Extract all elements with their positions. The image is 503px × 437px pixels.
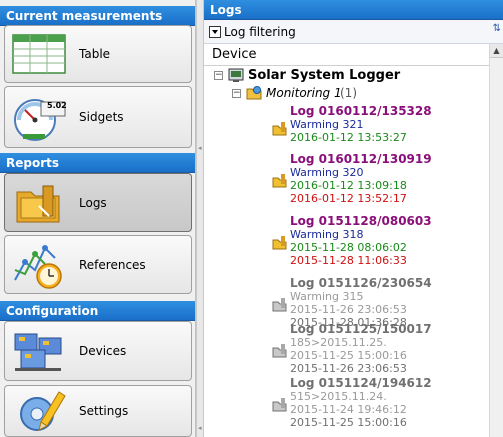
settings-button-label: Settings	[79, 404, 129, 418]
panel-splitter[interactable]: ◂ ◂	[196, 0, 204, 437]
log-end-time: 2016-01-12 13:52:17	[290, 192, 407, 205]
log-title: Log 0151125/150017	[290, 322, 432, 336]
devices-icon	[11, 326, 69, 376]
scroll-up-icon[interactable]: ▲	[490, 44, 503, 58]
monitoring-count: (1)	[340, 86, 357, 100]
logs-folder-icon	[11, 178, 69, 228]
settings-pencil-icon	[11, 386, 69, 436]
gauge-icon	[11, 92, 69, 142]
log-folder-icon-gray	[272, 398, 288, 415]
device-logger-icon	[228, 67, 244, 86]
log-filter-toggle[interactable]	[209, 25, 221, 38]
log-folder-icon-gray	[272, 344, 288, 361]
log-note: Warming 315	[290, 290, 364, 303]
logs-panel: Logs Log filtering ⇅ Device − Solar Syst…	[204, 0, 503, 437]
devices-button[interactable]: Devices	[4, 321, 192, 381]
section-header-configuration: Configuration	[0, 301, 195, 321]
log-title: Log 0160112/135328	[290, 104, 432, 118]
collapse-icon[interactable]: −	[232, 89, 241, 98]
references-chart-icon	[11, 240, 69, 290]
devices-button-label: Devices	[79, 344, 127, 358]
tree-scrollbar[interactable]: ▲	[489, 44, 503, 437]
log-filter-label[interactable]: Log filtering	[224, 25, 296, 39]
settings-button[interactable]: Settings	[4, 385, 192, 437]
log-folder-icon-gray	[272, 298, 288, 315]
section-header-current-measurements: Current measurements	[0, 6, 195, 26]
log-title: Log 0151124/194612	[290, 376, 432, 390]
log-end-time: 2015-11-25 15:00:16	[290, 416, 407, 429]
filter-options-icon[interactable]: ⇅	[493, 23, 501, 34]
log-note: 185>2015.11.25.	[290, 336, 387, 349]
log-end-time: 2015-11-28 11:06:33	[290, 254, 407, 267]
log-title: Log 0151128/080603	[290, 214, 432, 228]
log-start-time: 2015-11-26 23:06:53	[290, 303, 407, 316]
log-folder-icon	[272, 122, 288, 139]
monitoring-icon	[246, 85, 262, 104]
log-note: Warming 320	[290, 166, 364, 179]
logs-button-label: Logs	[79, 195, 107, 210]
table-button-label: Table	[79, 47, 111, 61]
log-folder-icon	[272, 236, 288, 253]
splitter-grip-top: ◂	[198, 144, 202, 152]
log-start-time: 2016-01-12 13:09:18	[290, 179, 407, 192]
log-filter-bar: Log filtering ⇅	[204, 20, 503, 44]
device-name: Solar System Logger	[248, 68, 401, 83]
logs-panel-title: Logs	[204, 0, 503, 20]
log-start-time: 2016-01-12 13:53:27	[290, 131, 407, 144]
log-note: Warming 321	[290, 118, 364, 131]
device-column-header[interactable]: Device	[204, 44, 503, 66]
references-button[interactable]: References	[4, 235, 192, 294]
log-note: Warming 318	[290, 228, 364, 241]
log-title: Log 0160112/130919	[290, 152, 432, 166]
monitoring-label: Monitoring 1	[266, 86, 342, 100]
logs-button[interactable]: Logs	[4, 173, 192, 232]
log-end-time: 2015-11-26 23:06:53	[290, 362, 407, 375]
table-button[interactable]: Table	[4, 25, 192, 83]
log-start-time: 2015-11-24 19:46:12	[290, 403, 407, 416]
log-folder-icon	[272, 174, 288, 191]
sidebar: Current measurements Table 5.02 Sidgets …	[0, 0, 196, 437]
log-title: Log 0151126/230654	[290, 276, 432, 290]
log-start-time: 2015-11-25 15:00:16	[290, 349, 407, 362]
log-note: 515>2015.11.24.	[290, 390, 387, 403]
sidgets-button-label: Sidgets	[79, 110, 124, 124]
log-tree: − Solar System Logger − Monitoring 1 (1)…	[204, 66, 489, 437]
references-button-label: References	[79, 257, 146, 272]
collapse-icon[interactable]: −	[214, 71, 223, 80]
splitter-grip-bottom: ◂	[198, 424, 202, 432]
gauge-badge: 5.02	[47, 101, 67, 110]
section-header-reports: Reports	[0, 153, 195, 173]
sidgets-button[interactable]: 5.02 Sidgets	[4, 86, 192, 148]
log-start-time: 2015-11-28 08:06:02	[290, 241, 407, 254]
table-icon	[11, 29, 69, 79]
